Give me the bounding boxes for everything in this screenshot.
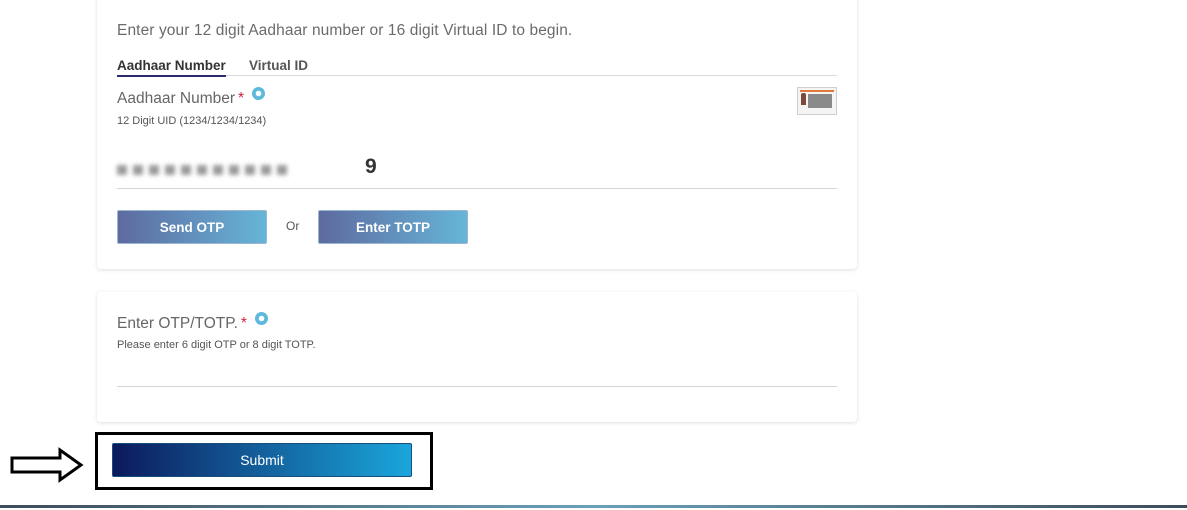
tab-aadhaar-number[interactable]: Aadhaar Number xyxy=(117,58,226,77)
aadhaar-number-label-text: Aadhaar Number xyxy=(117,90,236,107)
or-separator: Or xyxy=(286,219,300,233)
aadhaar-card-panel: Enter your 12 digit Aadhaar number or 16… xyxy=(97,0,857,269)
submit-button[interactable]: Submit xyxy=(112,443,412,477)
otp-label: Enter OTP/TOTP. * xyxy=(117,312,268,333)
required-mark: * xyxy=(240,315,247,332)
aadhaar-number-hint: 12 Digit UID (1234/1234/1234) xyxy=(117,115,267,127)
send-otp-button[interactable]: Send OTP xyxy=(117,210,267,244)
info-icon[interactable] xyxy=(252,87,266,100)
tab-virtual-id[interactable]: Virtual ID xyxy=(249,58,308,75)
otp-card-panel: Enter OTP/TOTP. * Please enter 6 digit OT… xyxy=(97,292,857,422)
id-type-tabs: Aadhaar Number Virtual ID xyxy=(117,58,837,77)
aadhaar-number-label: Aadhaar Number * xyxy=(117,87,266,108)
page: Enter your 12 digit Aadhaar number or 16… xyxy=(0,0,1187,510)
otp-label-text: Enter OTP/TOTP. xyxy=(117,315,238,332)
right-arrow-icon xyxy=(10,447,84,483)
required-mark: * xyxy=(238,90,245,107)
info-icon[interactable] xyxy=(254,312,268,325)
aadhaar-number-visible-digit: 9 xyxy=(365,155,377,178)
enter-totp-button[interactable]: Enter TOTP xyxy=(318,210,468,244)
aadhaar-number-input[interactable]: 9 xyxy=(117,149,837,189)
aadhaar-card-icon xyxy=(797,87,837,115)
footer-divider xyxy=(0,505,1187,508)
otp-hint: Please enter 6 digit OTP or 8 digit TOTP… xyxy=(117,339,316,351)
otp-input[interactable] xyxy=(117,352,837,387)
masked-digits xyxy=(117,161,357,179)
intro-text: Enter your 12 digit Aadhaar number or 16… xyxy=(117,22,573,39)
